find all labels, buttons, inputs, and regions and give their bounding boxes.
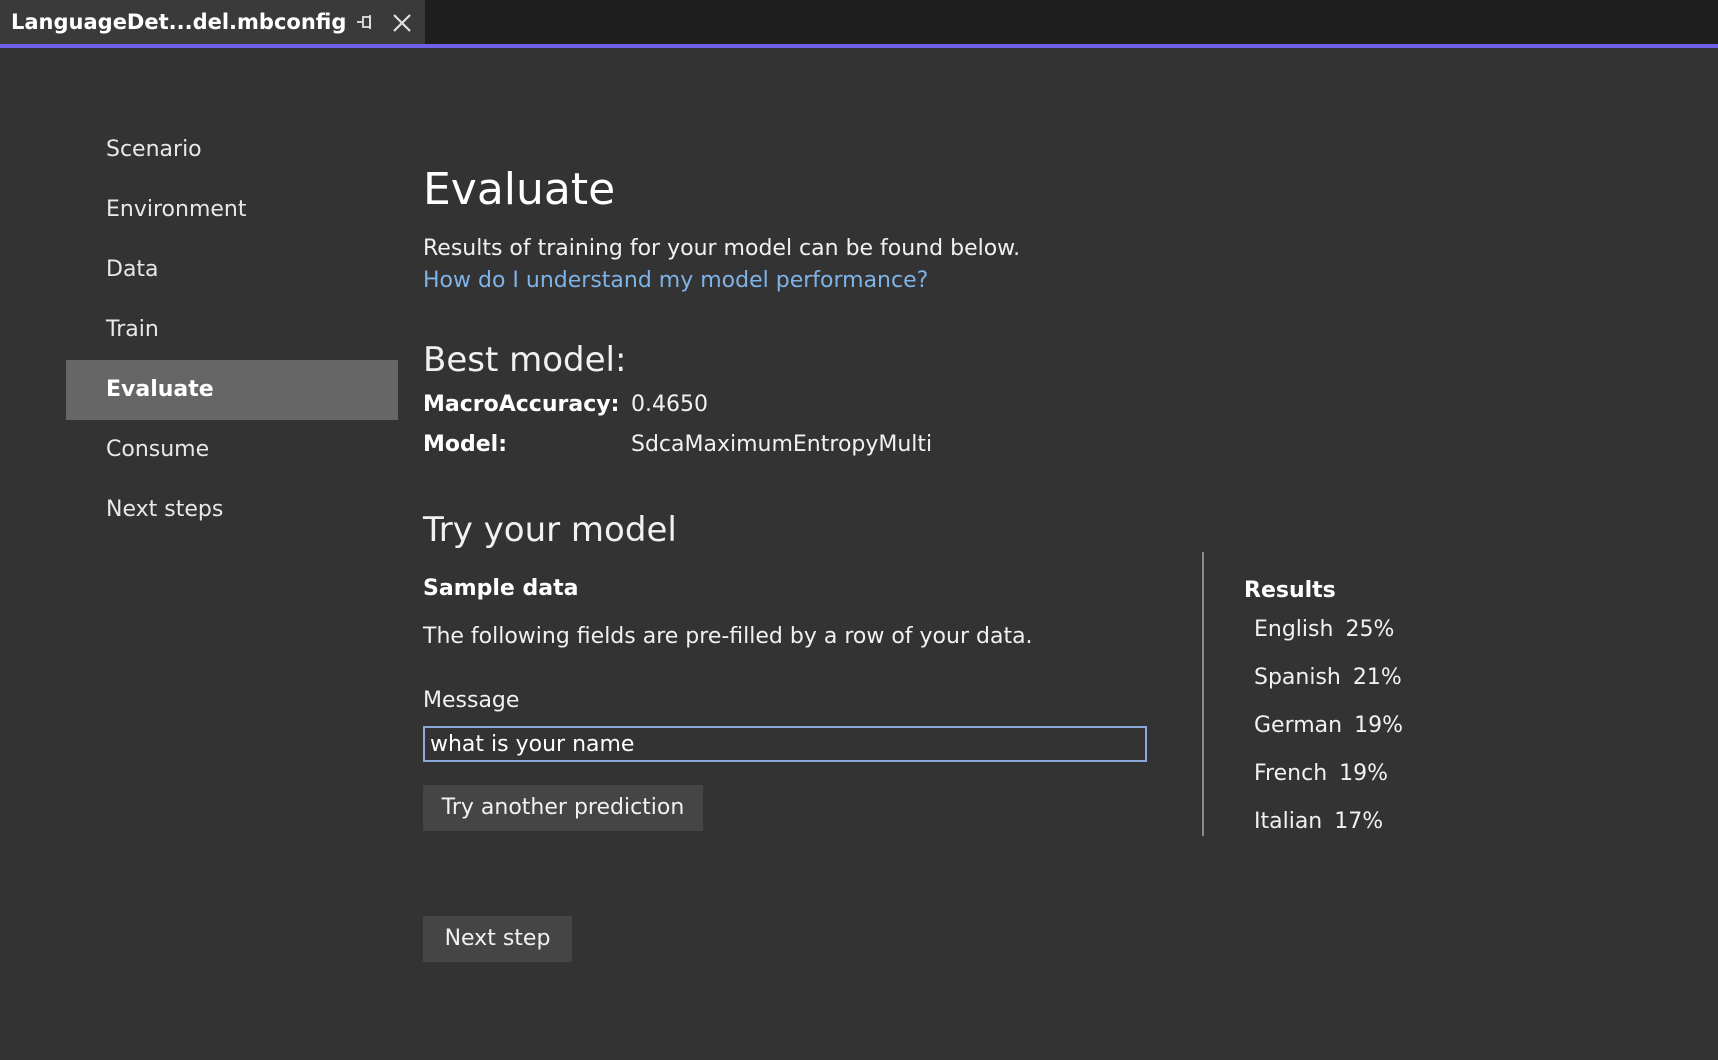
result-item: Spanish 21% xyxy=(1244,654,1594,702)
model-label: Model: xyxy=(423,432,508,457)
result-item: German 19% xyxy=(1244,702,1594,750)
mbconfig-document: Scenario Environment Data Train Evaluate… xyxy=(0,48,1718,1060)
results-heading: Results xyxy=(1244,578,1336,603)
best-model-heading: Best model: xyxy=(423,340,627,380)
nav-item-environment[interactable]: Environment xyxy=(66,180,398,240)
result-language: Italian xyxy=(1254,809,1323,834)
result-item: French 19% xyxy=(1244,750,1594,798)
tab-title: LanguageDet...del.mbconfig xyxy=(11,10,347,34)
result-item: Italian 17% xyxy=(1244,798,1594,846)
result-language: French xyxy=(1254,761,1328,786)
nav-item-next-steps[interactable]: Next steps xyxy=(66,480,398,540)
step-navigation: Scenario Environment Data Train Evaluate… xyxy=(66,120,398,540)
result-percent: 21% xyxy=(1352,665,1402,690)
result-language: English xyxy=(1254,617,1334,642)
close-icon[interactable] xyxy=(391,12,413,34)
nav-item-data[interactable]: Data xyxy=(66,240,398,300)
document-tab-strip: LanguageDet...del.mbconfig xyxy=(0,0,1718,45)
message-field-label: Message xyxy=(423,688,520,713)
results-panel: Results English 25% Spanish 21% German 19% … xyxy=(1244,576,1594,846)
nav-item-train[interactable]: Train xyxy=(66,300,398,360)
message-input[interactable] xyxy=(423,726,1147,762)
next-step-button[interactable]: Next step xyxy=(423,916,572,962)
try-your-model-heading: Try your model xyxy=(423,510,677,550)
result-percent: 25% xyxy=(1345,617,1395,642)
result-item: English 25% xyxy=(1244,606,1594,654)
nav-item-scenario[interactable]: Scenario xyxy=(66,120,398,180)
nav-item-evaluate[interactable]: Evaluate xyxy=(66,360,398,420)
pin-icon[interactable] xyxy=(355,12,375,32)
results-divider xyxy=(1202,552,1204,836)
sample-data-heading: Sample data xyxy=(423,576,579,601)
try-another-prediction-button[interactable]: Try another prediction xyxy=(423,785,703,831)
result-percent: 19% xyxy=(1354,713,1404,738)
result-percent: 17% xyxy=(1334,809,1384,834)
sample-data-description: The following fields are pre-filled by a… xyxy=(423,624,1033,649)
model-value: SdcaMaximumEntropyMulti xyxy=(631,432,933,457)
macro-accuracy-value: 0.4650 xyxy=(631,392,708,417)
result-language: German xyxy=(1254,713,1343,738)
document-tab[interactable]: LanguageDet...del.mbconfig xyxy=(0,0,425,45)
result-percent: 19% xyxy=(1339,761,1389,786)
page-subtitle: Results of training for your model can b… xyxy=(423,236,1021,261)
result-language: Spanish xyxy=(1254,665,1341,690)
macro-accuracy-label: MacroAccuracy: xyxy=(423,392,620,417)
page-title: Evaluate xyxy=(423,164,616,215)
nav-item-consume[interactable]: Consume xyxy=(66,420,398,480)
model-performance-help-link[interactable]: How do I understand my model performance… xyxy=(423,268,928,293)
